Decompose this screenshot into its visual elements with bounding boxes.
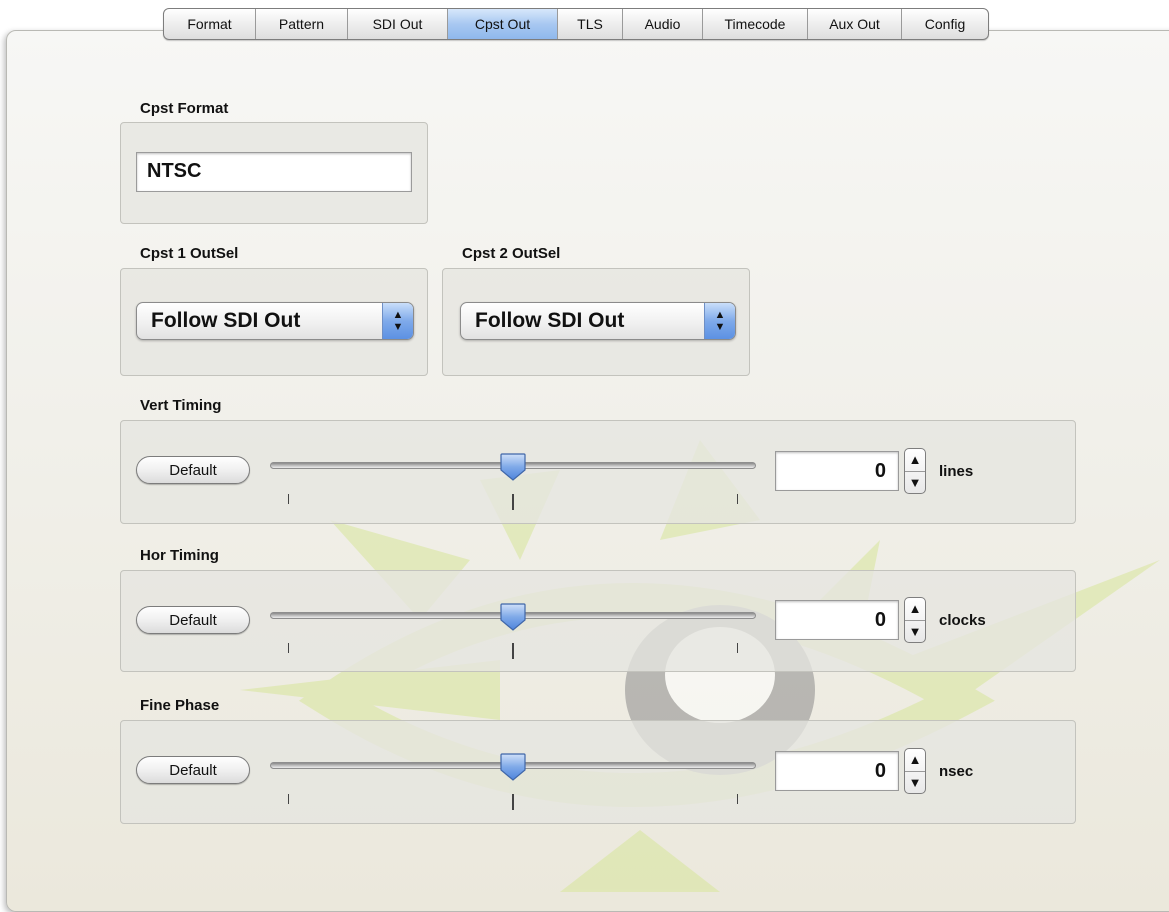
vert-timing-value-field[interactable]: 0 bbox=[775, 451, 899, 491]
tab-tls[interactable]: TLS bbox=[558, 9, 623, 39]
hor-timing-tick-max bbox=[737, 643, 738, 653]
fine-phase-stepper[interactable]: ▲ ▼ bbox=[904, 748, 926, 794]
popup-arrows-icon: ▲ ▼ bbox=[704, 303, 735, 339]
popup-arrows-icon: ▲ ▼ bbox=[382, 303, 413, 339]
vert-timing-default-button[interactable]: Default bbox=[136, 456, 250, 484]
vert-timing-tick-mid bbox=[512, 494, 514, 510]
hor-timing-group bbox=[120, 570, 1076, 672]
hor-timing-tick-mid bbox=[512, 643, 514, 659]
vert-timing-stepper[interactable]: ▲ ▼ bbox=[904, 448, 926, 494]
stepper-up-icon[interactable]: ▲ bbox=[905, 449, 925, 471]
hor-timing-value-field[interactable]: 0 bbox=[775, 600, 899, 640]
cpst1-outsel-label: Cpst 1 OutSel bbox=[140, 245, 239, 262]
cpst2-outsel-value: Follow SDI Out bbox=[475, 309, 625, 332]
vert-timing-unit: lines bbox=[939, 463, 974, 480]
vert-timing-tick-min bbox=[288, 494, 289, 504]
stepper-up-icon[interactable]: ▲ bbox=[905, 598, 925, 620]
fine-phase-label: Fine Phase bbox=[140, 697, 220, 714]
cpst-format-field[interactable]: NTSC bbox=[136, 152, 412, 192]
tab-sdi-out[interactable]: SDI Out bbox=[348, 9, 448, 39]
tab-config[interactable]: Config bbox=[902, 9, 988, 39]
tab-audio[interactable]: Audio bbox=[623, 9, 703, 39]
tab-cpst-out[interactable]: Cpst Out bbox=[448, 9, 558, 39]
fine-phase-tick-mid bbox=[512, 794, 514, 810]
fine-phase-tick-max bbox=[737, 794, 738, 804]
cpst2-outsel-label: Cpst 2 OutSel bbox=[462, 245, 561, 262]
tab-bar: Format Pattern SDI Out Cpst Out TLS Audi… bbox=[163, 8, 989, 40]
fine-phase-group bbox=[120, 720, 1076, 824]
fine-phase-slider-thumb[interactable] bbox=[499, 752, 527, 782]
vert-timing-tick-max bbox=[737, 494, 738, 504]
fine-phase-default-button[interactable]: Default bbox=[136, 756, 250, 784]
cpst-format-label: Cpst Format bbox=[140, 100, 229, 117]
stepper-down-icon[interactable]: ▼ bbox=[905, 471, 925, 494]
cpst1-outsel-popup[interactable]: Follow SDI Out ▲ ▼ bbox=[136, 302, 414, 340]
vert-timing-label: Vert Timing bbox=[140, 397, 222, 414]
hor-timing-default-button[interactable]: Default bbox=[136, 606, 250, 634]
stepper-down-icon[interactable]: ▼ bbox=[905, 771, 925, 794]
vert-timing-group bbox=[120, 420, 1076, 524]
hor-timing-tick-min bbox=[288, 643, 289, 653]
tab-format[interactable]: Format bbox=[164, 9, 256, 39]
fine-phase-tick-min bbox=[288, 794, 289, 804]
tab-pattern[interactable]: Pattern bbox=[256, 9, 348, 39]
fine-phase-unit: nsec bbox=[939, 763, 974, 780]
stepper-up-icon[interactable]: ▲ bbox=[905, 749, 925, 771]
stepper-down-icon[interactable]: ▼ bbox=[905, 620, 925, 643]
hor-timing-unit: clocks bbox=[939, 612, 986, 629]
hor-timing-label: Hor Timing bbox=[140, 547, 219, 564]
hor-timing-slider-thumb[interactable] bbox=[499, 602, 527, 632]
tab-timecode[interactable]: Timecode bbox=[703, 9, 808, 39]
cpst1-outsel-value: Follow SDI Out bbox=[151, 309, 301, 332]
fine-phase-value-field[interactable]: 0 bbox=[775, 751, 899, 791]
cpst2-outsel-popup[interactable]: Follow SDI Out ▲ ▼ bbox=[460, 302, 736, 340]
hor-timing-stepper[interactable]: ▲ ▼ bbox=[904, 597, 926, 643]
tab-aux-out[interactable]: Aux Out bbox=[808, 9, 902, 39]
vert-timing-slider-thumb[interactable] bbox=[499, 452, 527, 482]
